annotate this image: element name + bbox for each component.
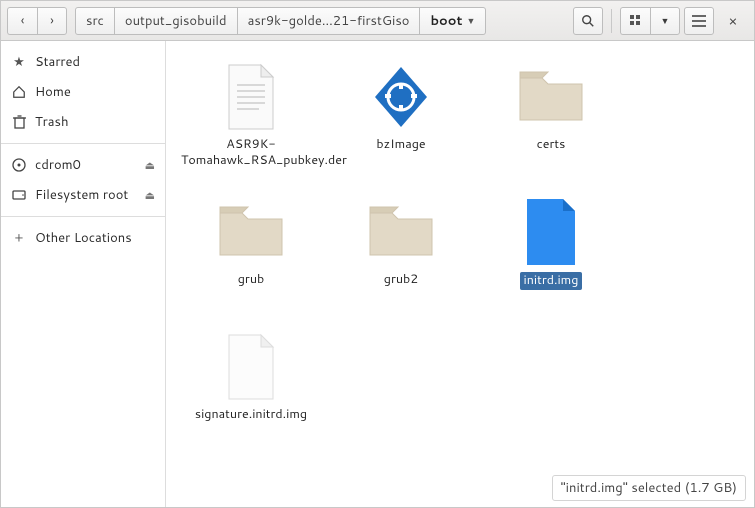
file-item[interactable]: ASR9K-Tomahawk_RSA_pubkey.der [176, 61, 326, 196]
path-bar: src output_gisobuild asr9k-golde...21-fi… [75, 7, 565, 35]
sidebar-label: Trash [35, 113, 69, 131]
chevron-left-icon: ‹ [21, 12, 25, 30]
file-label: certs [537, 137, 566, 153]
sidebar-item-starred[interactable]: ★ Starred [1, 47, 165, 77]
eject-icon[interactable]: ⏏ [145, 187, 155, 203]
file-item-selected[interactable]: initrd.img [476, 196, 626, 331]
close-button[interactable]: × [718, 7, 748, 35]
path-label: output_gisobuild [125, 12, 227, 30]
status-text: "initrd.img" selected (1.7 GB) [561, 479, 737, 497]
trash-icon [11, 114, 27, 130]
folder-icon [365, 196, 437, 268]
sidebar: ★ Starred Home Trash cdrom0 ⏏ Filesystem… [1, 41, 166, 507]
main: ★ Starred Home Trash cdrom0 ⏏ Filesystem… [1, 41, 754, 507]
file-label: initrd.img [520, 272, 583, 290]
eject-icon[interactable]: ⏏ [145, 157, 155, 173]
toolbar-divider [611, 9, 612, 33]
home-icon [11, 84, 27, 100]
sidebar-item-cdrom[interactable]: cdrom0 ⏏ [1, 150, 165, 180]
search-icon [581, 14, 595, 28]
status-bar: "initrd.img" selected (1.7 GB) [552, 475, 746, 501]
path-seg-1[interactable]: output_gisobuild [115, 7, 238, 35]
file-view[interactable]: ASR9K-Tomahawk_RSA_pubkey.der bzImage ce… [166, 41, 754, 507]
folder-item[interactable]: certs [476, 61, 626, 196]
path-seg-2[interactable]: asr9k-golde...21-firstGiso [238, 7, 421, 35]
folder-icon [515, 61, 587, 133]
forward-button[interactable]: › [37, 7, 67, 35]
folder-item[interactable]: grub2 [326, 196, 476, 331]
binary-file-icon [365, 61, 437, 133]
chevron-down-icon: ▼ [661, 14, 670, 27]
sidebar-label: Other Locations [35, 229, 132, 247]
path-label: asr9k-golde...21-firstGiso [248, 12, 410, 30]
drive-icon [11, 187, 27, 203]
sidebar-separator [1, 216, 165, 217]
folder-item[interactable]: grub [176, 196, 326, 331]
back-button[interactable]: ‹ [7, 7, 37, 35]
file-item[interactable]: signature.initrd.img [176, 331, 326, 466]
file-label: bzImage [376, 137, 425, 153]
image-file-icon [515, 196, 587, 268]
sidebar-label: Filesystem root [35, 186, 128, 204]
sidebar-label: Home [35, 83, 71, 101]
chevron-right-icon: › [50, 12, 54, 30]
file-item[interactable]: bzImage [326, 61, 476, 196]
sidebar-separator [1, 143, 165, 144]
star-icon: ★ [11, 54, 27, 70]
sidebar-item-other-locations[interactable]: + Other Locations [1, 223, 165, 253]
file-label: grub [238, 272, 264, 288]
disc-icon [11, 157, 27, 173]
sidebar-item-trash[interactable]: Trash [1, 107, 165, 137]
hamburger-icon [692, 15, 706, 27]
sidebar-item-filesystem-root[interactable]: Filesystem root ⏏ [1, 180, 165, 210]
file-label: grub2 [384, 272, 418, 288]
grid-icon [630, 15, 642, 27]
icon-grid: ASR9K-Tomahawk_RSA_pubkey.der bzImage ce… [166, 41, 754, 486]
close-icon: × [729, 11, 738, 31]
path-label: src [86, 12, 104, 30]
sidebar-label: cdrom0 [35, 156, 81, 174]
right-controls: ▼ × [620, 7, 748, 35]
nav-buttons: ‹ › [7, 7, 67, 35]
folder-icon [215, 196, 287, 268]
path-label: boot [430, 12, 462, 30]
file-label: ASR9K-Tomahawk_RSA_pubkey.der [181, 137, 321, 168]
chevron-down-icon: ▼ [466, 14, 475, 27]
blank-file-icon [215, 331, 287, 403]
sidebar-item-home[interactable]: Home [1, 77, 165, 107]
hamburger-button[interactable] [684, 7, 714, 35]
toolbar: ‹ › src output_gisobuild asr9k-golde...2… [1, 1, 754, 41]
file-label: signature.initrd.img [195, 407, 307, 423]
path-seg-0[interactable]: src [75, 7, 115, 35]
text-file-icon [215, 61, 287, 133]
view-dropdown-button[interactable]: ▼ [650, 7, 680, 35]
search-button[interactable] [573, 7, 603, 35]
sidebar-label: Starred [35, 53, 80, 71]
plus-icon: + [11, 230, 27, 246]
path-seg-3[interactable]: boot ▼ [420, 7, 486, 35]
view-icons-button[interactable] [620, 7, 650, 35]
